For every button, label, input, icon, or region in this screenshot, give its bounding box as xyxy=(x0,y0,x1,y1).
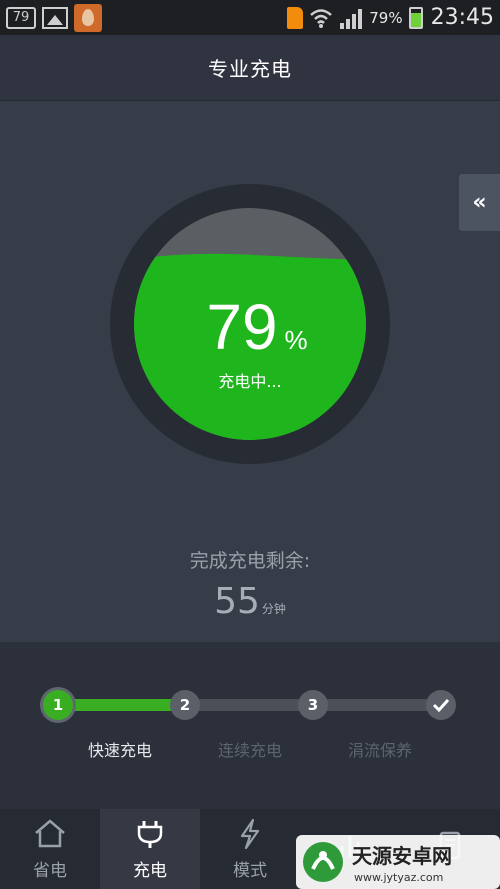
stage-3-label: 涓流保养 xyxy=(347,741,412,760)
gallery-icon xyxy=(42,6,68,29)
checkmark-icon xyxy=(432,698,450,712)
status-bar: 79 79% 23:45 xyxy=(0,0,500,35)
wifi-icon xyxy=(310,8,333,28)
clock: 23:45 xyxy=(430,5,494,30)
stage-2-label: 连续充电 xyxy=(217,741,282,760)
charge-percent-unit: % xyxy=(284,325,307,355)
app-notification-icon xyxy=(74,3,102,32)
remaining-time-value: 55 xyxy=(214,581,260,622)
charge-percent-value: 79 xyxy=(206,291,277,363)
notification-count-icon: 79 xyxy=(6,6,36,29)
remaining-time: 55 分钟 xyxy=(0,581,500,622)
plug-icon xyxy=(137,820,163,848)
nav-save-power-label: 省电 xyxy=(33,860,67,881)
watermark-url: www.jytyaz.com xyxy=(354,871,443,884)
stage-3-dot: 3 xyxy=(298,690,328,720)
title-bar: 专业充电 xyxy=(0,35,500,101)
nav-charge[interactable]: 充电 xyxy=(100,809,200,889)
stage-complete-dot xyxy=(426,690,456,720)
stage-1-dot: 1 xyxy=(43,690,73,720)
stage-2-dot: 2 xyxy=(170,690,200,720)
battery-icon xyxy=(408,6,423,29)
battery-gauge: 79 % 充电中... xyxy=(110,184,390,464)
expand-side-panel-button[interactable]: « xyxy=(459,174,500,231)
nav-mode-label: 模式 xyxy=(233,860,267,881)
charging-stages: 1 2 3 快速充电 连续充电 涓流保养 xyxy=(0,642,500,809)
remaining-time-unit: 分钟 xyxy=(261,602,286,616)
battery-percent: 79% xyxy=(369,8,403,27)
watermark-brand: 天源安卓网 xyxy=(352,844,452,868)
nav-mode[interactable]: 模式 xyxy=(200,809,300,889)
site-watermark: 天源安卓网 www.jytyaz.com xyxy=(296,835,500,889)
sim-icon xyxy=(287,6,304,29)
page-title: 专业充电 xyxy=(208,57,292,81)
stage-1-label: 快速充电 xyxy=(87,741,152,760)
nav-charge-label: 充电 xyxy=(133,860,167,881)
main-panel: « 79 % 充电中... 完成充电剩余: 55 分钟 xyxy=(0,101,500,642)
remaining-time-label: 完成充电剩余: xyxy=(189,550,311,572)
signal-icon xyxy=(340,8,363,29)
double-chevron-left-icon: « xyxy=(472,190,487,215)
home-icon xyxy=(35,818,65,847)
lightning-icon xyxy=(240,818,260,849)
nav-save-power[interactable]: 省电 xyxy=(0,809,100,889)
stage-progress xyxy=(58,699,184,711)
charge-status: 充电中... xyxy=(218,372,281,391)
